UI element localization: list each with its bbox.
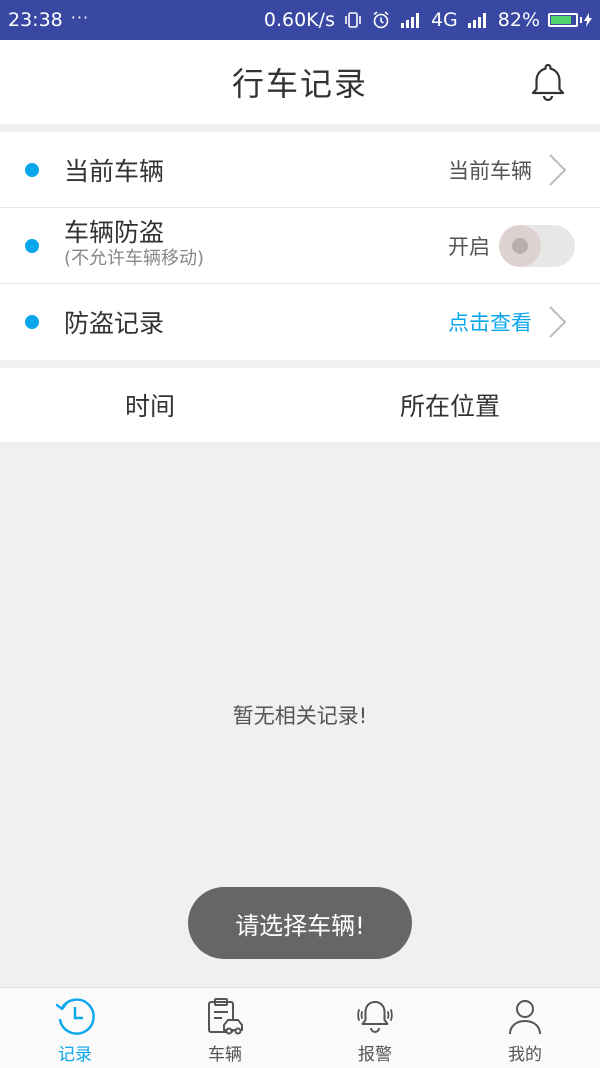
bullet-dot: [25, 162, 39, 177]
anti-theft-toggle-label: 开启: [448, 234, 490, 259]
signal-icon-2: [466, 11, 490, 29]
vehicle-settings-card: 当前车辆 当前车辆 车辆防盗 (不允许车辆移动) 开启 防盗记录 点击查看: [0, 132, 600, 360]
tab-label: 我的: [508, 1045, 542, 1065]
tab-records[interactable]: 记录: [0, 988, 150, 1068]
view-records-link[interactable]: 点击查看: [448, 307, 532, 337]
tab-label: 车辆: [208, 1045, 242, 1065]
chevron-right-icon: [549, 153, 567, 186]
network-type-label: 4G: [430, 9, 458, 31]
status-more-dots: ···: [70, 7, 90, 27]
status-time: 23:38: [8, 9, 63, 31]
anti-theft-toggle[interactable]: [499, 224, 575, 267]
signal-icon: [399, 11, 423, 29]
alarm-icon: [357, 1001, 393, 1033]
anti-theft-sublabel: (不允许车辆移动): [64, 248, 205, 269]
current-vehicle-label: 当前车辆: [64, 156, 165, 186]
column-header-location: 所在位置: [399, 392, 500, 421]
current-vehicle-row[interactable]: 当前车辆 当前车辆: [0, 132, 600, 208]
tab-profile[interactable]: 我的: [450, 988, 600, 1068]
app-header: 行车记录: [0, 40, 600, 124]
tab-vehicle[interactable]: 车辆: [150, 988, 300, 1068]
bottom-tab-bar: 记录 车辆 报警 我的: [0, 987, 600, 1068]
status-bar: 23:38 ··· 0.60K/s 4G 82%: [0, 0, 600, 40]
tab-label: 记录: [58, 1045, 92, 1065]
history-icon: [55, 998, 95, 1035]
column-header-time: 时间: [124, 392, 175, 421]
vehicle-icon: [208, 998, 243, 1035]
bullet-dot: [25, 238, 39, 253]
anti-theft-label: 车辆防盗: [64, 218, 165, 247]
toast-message: 请选择车辆!: [188, 887, 412, 959]
battery-percent: 82%: [497, 9, 540, 31]
battery-icon: [548, 13, 592, 27]
current-vehicle-value: 当前车辆: [448, 158, 532, 183]
notification-bell-icon[interactable]: [526, 60, 570, 104]
bullet-dot: [25, 315, 39, 329]
records-table-header: 时间 所在位置: [0, 368, 600, 442]
vibrate-icon: [343, 10, 363, 30]
user-icon: [509, 1000, 541, 1035]
alarm-clock-icon: [371, 10, 391, 30]
toggle-knob: [499, 224, 541, 267]
chevron-right-icon: [549, 306, 567, 338]
status-net-speed: 0.60K/s: [263, 9, 335, 31]
tab-alarm[interactable]: 报警: [300, 988, 450, 1068]
anti-theft-label-group: 车辆防盗 (不允许车辆移动): [64, 218, 204, 270]
theft-records-label: 防盗记录: [64, 309, 165, 338]
page-title: 行车记录: [231, 65, 368, 103]
tab-label: 报警: [358, 1045, 392, 1065]
anti-theft-row: 车辆防盗 (不允许车辆移动) 开启: [0, 208, 600, 284]
theft-records-row[interactable]: 防盗记录 点击查看: [0, 284, 600, 360]
empty-state-text: 暂无相关记录!: [232, 704, 368, 728]
